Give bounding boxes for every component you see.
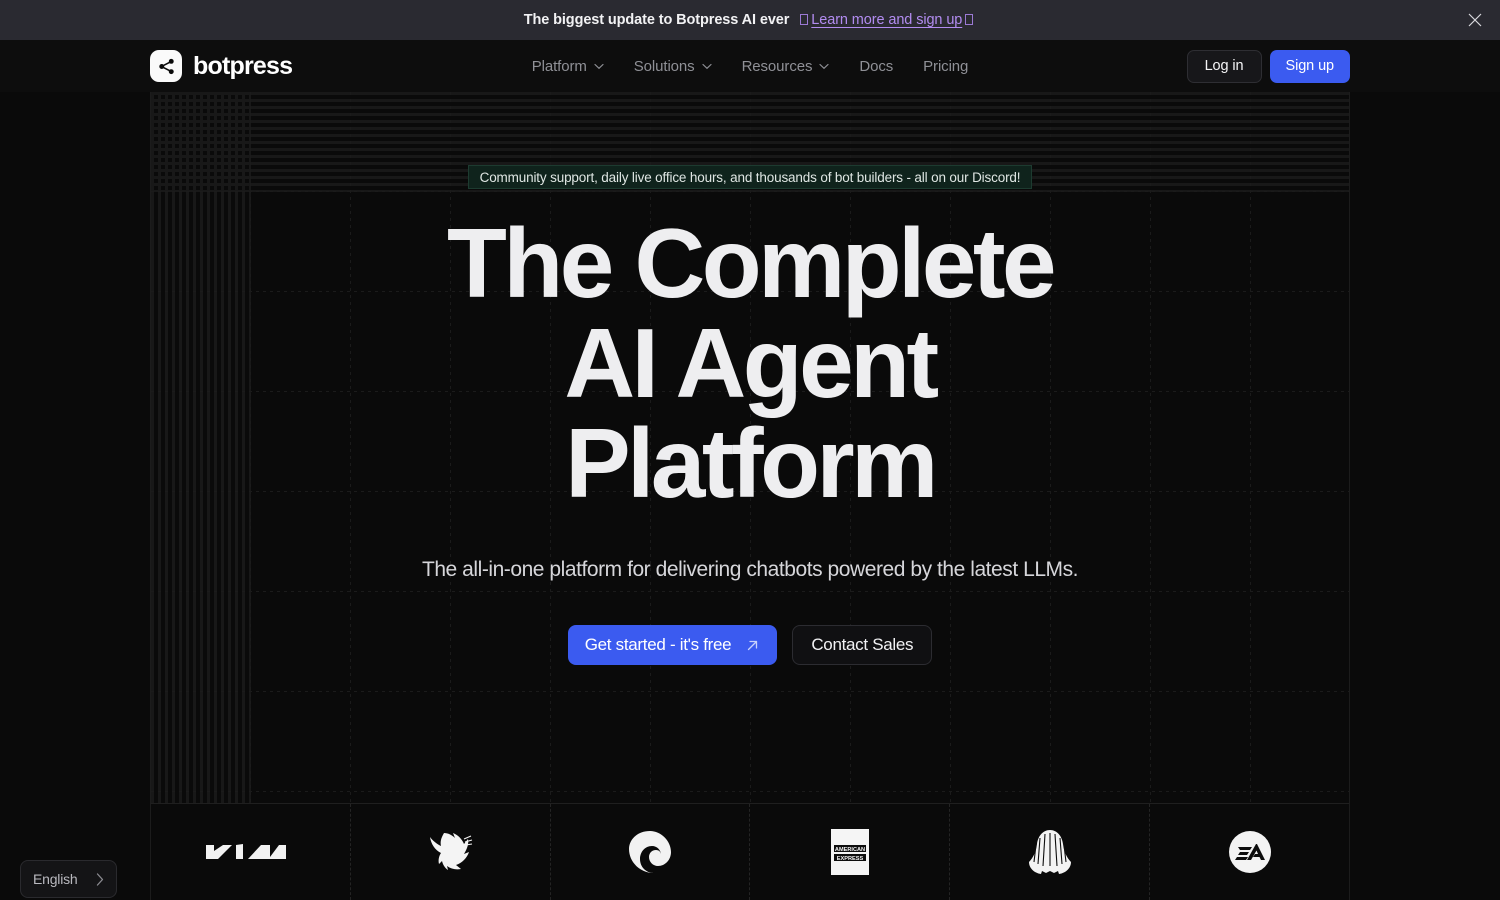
- signup-button[interactable]: Sign up: [1269, 49, 1350, 83]
- language-selector[interactable]: English: [20, 860, 117, 898]
- close-icon[interactable]: [1464, 9, 1486, 31]
- logo-ea: [1149, 804, 1349, 900]
- login-button[interactable]: Log in: [1186, 49, 1262, 83]
- language-selector-label: English: [33, 871, 78, 887]
- page-title-line-1: The Complete: [447, 208, 1056, 318]
- logo-swirl: [549, 804, 750, 900]
- nav-item-label: Platform: [531, 57, 587, 75]
- hero-section: Community support, daily live office hou…: [150, 92, 1350, 804]
- announcement-link[interactable]: Learn more and sign up: [797, 12, 976, 28]
- share-nodes-icon: [150, 50, 182, 82]
- announcement-banner: The biggest update to Botpress AI ever L…: [0, 0, 1500, 40]
- nav-actions: Log in Sign up: [1186, 49, 1350, 83]
- get-started-label: Get started - it's free: [584, 635, 732, 654]
- nav-item-pricing[interactable]: Pricing: [923, 58, 968, 75]
- page-title-line-2: AI Agent: [564, 308, 939, 418]
- get-started-button[interactable]: Get started - it's free: [567, 625, 778, 665]
- nav-item-label: Docs: [859, 57, 894, 75]
- hero-cta-group: Get started - it's free Contact Sales: [567, 625, 933, 665]
- nav-item-solutions[interactable]: Solutions: [634, 58, 712, 75]
- missing-glyph-icon: [965, 14, 974, 25]
- amex-label-line-2: EXPRESS: [837, 856, 864, 862]
- logo-shell: [949, 804, 1149, 900]
- brand-name: botpress: [193, 51, 293, 80]
- customer-logo-strip: AMERICAN EXPRESS: [150, 804, 1350, 900]
- main-navbar: botpress Platform Solutions Resources Do…: [0, 40, 1500, 92]
- page-title-line-3: Platform: [565, 408, 938, 518]
- nav-item-platform[interactable]: Platform: [532, 58, 604, 75]
- logo-eagle: [349, 804, 550, 900]
- nav-links: Platform Solutions Resources Docs Pricin…: [532, 58, 969, 75]
- page-title: The Complete AI Agent Platform: [400, 213, 1100, 513]
- arrow-up-right-icon: [748, 640, 758, 650]
- chevron-right-icon: [96, 872, 104, 886]
- missing-glyph-icon: [800, 14, 809, 25]
- announcement-text: The biggest update to Botpress AI ever: [523, 12, 790, 28]
- logo-american-express: AMERICAN EXPRESS: [749, 804, 949, 900]
- announcement-link-label: Learn more and sign up: [811, 12, 963, 28]
- page-subtitle: The all-in-one platform for delivering c…: [421, 558, 1079, 581]
- nav-item-label: Solutions: [633, 57, 695, 75]
- community-announcement-text: Community support, daily live office hou…: [479, 169, 1021, 185]
- chevron-down-icon: [701, 63, 712, 69]
- contact-sales-button[interactable]: Contact Sales: [792, 625, 933, 665]
- hero-stage: Community support, daily live office hou…: [0, 92, 1500, 900]
- community-announcement-pill[interactable]: Community support, daily live office hou…: [467, 165, 1033, 189]
- nav-item-docs[interactable]: Docs: [859, 58, 893, 75]
- logo-kia: [151, 804, 350, 900]
- nav-item-label: Pricing: [923, 57, 969, 75]
- nav-item-label: Resources: [741, 57, 813, 75]
- brand-logo[interactable]: botpress: [150, 50, 293, 82]
- chevron-down-icon: [594, 63, 604, 69]
- chevron-down-icon: [819, 63, 829, 69]
- nav-item-resources[interactable]: Resources: [742, 58, 830, 75]
- amex-label-line-1: AMERICAN: [835, 847, 865, 853]
